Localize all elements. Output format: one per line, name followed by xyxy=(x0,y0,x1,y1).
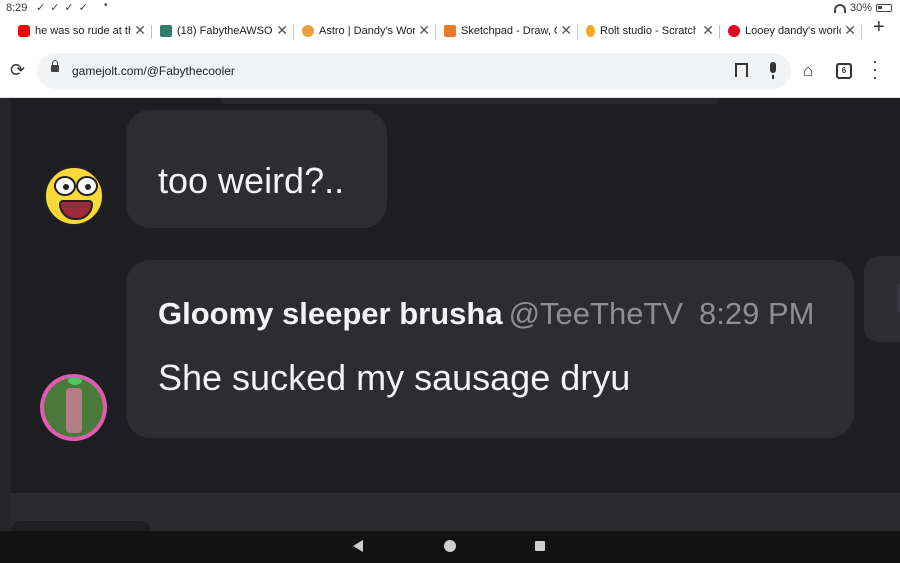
tab-strip: he was so rude at the ✕ (18) FabytheAWSO… xyxy=(0,17,900,44)
author-name[interactable]: Gloomy sleeper brusha xyxy=(158,296,503,331)
tab-divider xyxy=(435,25,436,39)
tab-sketchpad[interactable]: Sketchpad - Draw, Cre ✕ xyxy=(444,20,572,42)
tab-pinterest[interactable]: Looey dandy's world S ✕ xyxy=(728,20,856,42)
close-icon[interactable]: ✕ xyxy=(276,23,288,37)
message-header: Gloomy sleeper brusha @TeeTheTV 8:29 PM xyxy=(158,296,815,332)
tab-label: Looey dandy's world S xyxy=(745,25,841,37)
youtube-icon xyxy=(18,25,30,37)
battery-percent: 30% xyxy=(849,2,872,14)
message-text: too weird?.. xyxy=(158,160,345,201)
tab-divider xyxy=(577,25,578,39)
composer-bar[interactable] xyxy=(11,493,900,531)
wifi-icon xyxy=(833,3,846,13)
avatar-hat xyxy=(68,378,82,385)
status-right: 30% xyxy=(833,2,892,14)
avatar-eye xyxy=(54,176,76,196)
left-rail xyxy=(0,98,11,531)
bookmark-icon[interactable] xyxy=(735,63,748,81)
previous-message-edge xyxy=(220,98,720,104)
tab-gamejolt[interactable]: (18) FabytheAWSOME ✕ xyxy=(160,20,288,42)
close-icon[interactable]: ✕ xyxy=(844,23,856,37)
wiki-icon xyxy=(302,25,314,37)
tab-astro[interactable]: Astro | Dandy's World ✕ xyxy=(302,20,430,42)
avatar-user[interactable] xyxy=(40,374,107,441)
browser-toolbar: ⟳ gamejolt.com/@Fabythecooler ⌂ 6 · · · xyxy=(0,44,900,98)
address-bar[interactable]: gamejolt.com/@Fabythecooler xyxy=(37,53,791,89)
battery-icon xyxy=(876,4,892,12)
tab-label: he was so rude at the xyxy=(35,25,131,37)
tab-scratch[interactable]: Rolt studio - Scratch S ✕ xyxy=(586,20,714,42)
message-text: She sucked my sausage dryu xyxy=(158,357,631,398)
tab-youtube[interactable]: he was so rude at the ✕ xyxy=(18,20,146,42)
chat-area: too weird?.. Gloomy sleeper brusha @TeeTh… xyxy=(0,98,900,531)
tab-divider xyxy=(293,25,294,39)
more-menu-icon[interactable]: · · · xyxy=(872,52,878,86)
status-bar: 8:29 ✓✓✓✓ • 30% xyxy=(0,0,900,17)
sketchpad-icon xyxy=(444,25,456,37)
reload-icon[interactable]: ⟳ xyxy=(10,60,25,81)
tab-label: (18) FabytheAWSOME xyxy=(177,25,273,37)
close-icon[interactable]: ✕ xyxy=(702,23,714,37)
tab-divider xyxy=(151,25,152,39)
tab-divider xyxy=(861,25,862,39)
tab-label: Sketchpad - Draw, Cre xyxy=(461,25,557,37)
message-bubble: too weird?.. xyxy=(126,110,387,228)
gamejolt-icon xyxy=(160,25,172,37)
close-icon[interactable]: ✕ xyxy=(134,23,146,37)
url-text[interactable]: gamejolt.com/@Fabythecooler xyxy=(72,64,235,78)
close-icon[interactable]: ✕ xyxy=(418,23,430,37)
avatar-eye xyxy=(76,176,98,196)
avatar-image xyxy=(44,378,103,437)
notification-dot-icon: • xyxy=(104,0,108,11)
close-icon[interactable]: ✕ xyxy=(560,23,572,37)
back-icon[interactable] xyxy=(353,540,363,552)
microphone-icon[interactable] xyxy=(770,62,776,79)
pinterest-icon xyxy=(728,25,740,37)
tab-divider xyxy=(719,25,720,39)
home-circle-icon[interactable] xyxy=(444,540,456,552)
recents-icon[interactable] xyxy=(535,541,545,551)
system-nav-bar xyxy=(0,531,900,563)
avatar-mouth xyxy=(59,200,93,220)
message-timestamp: 8:29 PM xyxy=(699,296,815,331)
side-panel-edge[interactable] xyxy=(864,256,900,342)
tab-label: Rolt studio - Scratch S xyxy=(600,25,696,37)
composer-edge xyxy=(11,521,151,531)
home-icon[interactable]: ⌂ xyxy=(803,61,813,81)
tab-label: Astro | Dandy's World xyxy=(319,25,415,37)
author-handle[interactable]: @TeeTheTV xyxy=(509,296,683,331)
avatar-figure xyxy=(66,388,82,433)
status-time: 8:29 xyxy=(6,2,28,14)
avatar-awesome-face[interactable] xyxy=(44,166,104,226)
tab-switcher-button[interactable]: 6 xyxy=(836,63,852,79)
new-tab-plus-icon[interactable]: + xyxy=(873,17,885,37)
lock-icon[interactable] xyxy=(51,60,59,72)
notification-check-icons: ✓✓✓✓ xyxy=(36,2,93,14)
scratch-icon xyxy=(586,25,595,37)
message-bubble: Gloomy sleeper brusha @TeeTheTV 8:29 PM Sh… xyxy=(126,260,854,438)
